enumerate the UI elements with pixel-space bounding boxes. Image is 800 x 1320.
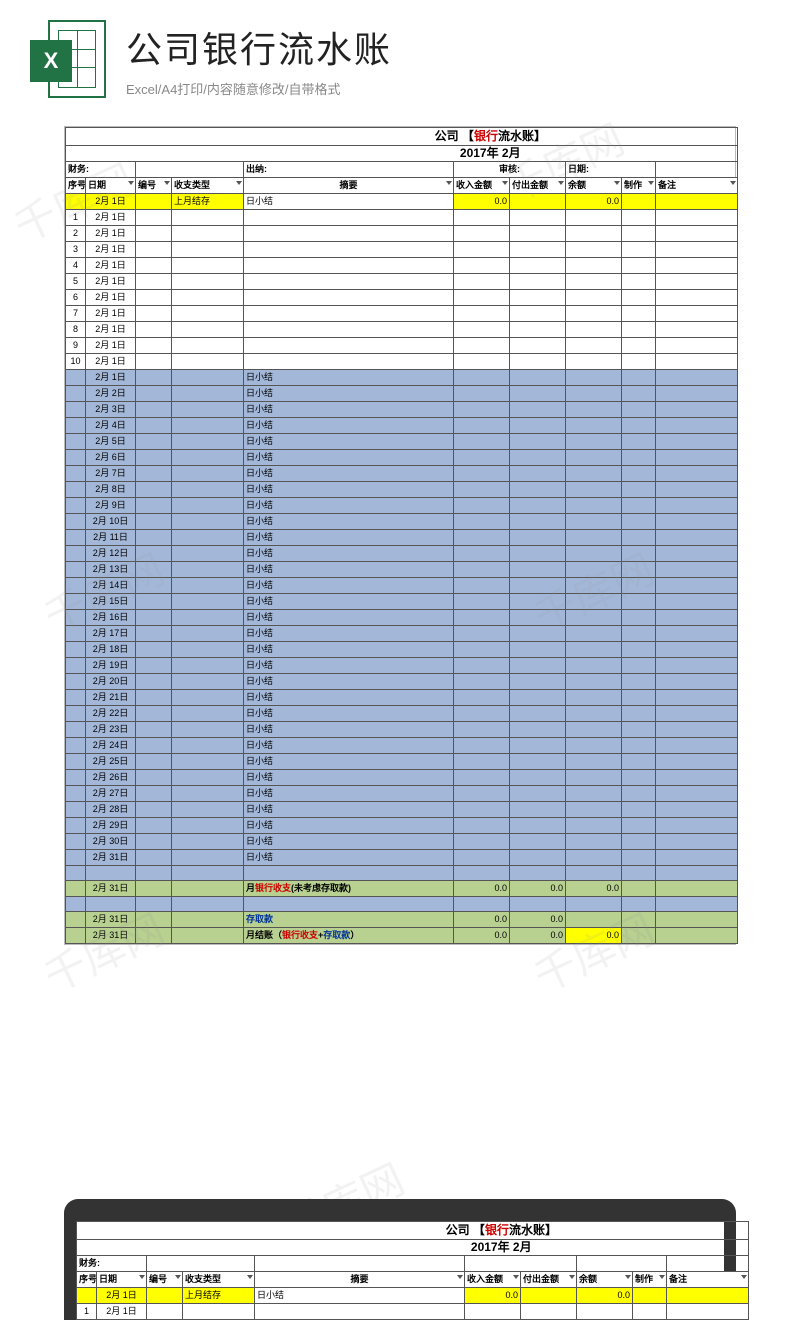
page-title: 公司银行流水账	[126, 21, 392, 73]
daily-summary-row: 2月 27日日小结	[66, 786, 738, 802]
daily-summary-row: 2月 7日日小结	[66, 466, 738, 482]
spacer-row	[66, 897, 738, 912]
col-maker[interactable]: 制作	[622, 178, 656, 194]
entry-row: 102月 1日	[66, 354, 738, 370]
title-row: 公司 【银行流水账】	[66, 128, 738, 146]
daily-summary-row: 2月 16日日小结	[66, 610, 738, 626]
entry-row: 92月 1日	[66, 338, 738, 354]
daily-summary-row: 2月 30日日小结	[66, 834, 738, 850]
daily-summary-row: 2月 17日日小结	[66, 626, 738, 642]
daily-summary-row: 2月 23日日小结	[66, 722, 738, 738]
entry-row: 32月 1日	[66, 242, 738, 258]
daily-summary-row: 2月 28日日小结	[66, 802, 738, 818]
entry-row: 42月 1日	[66, 258, 738, 274]
daily-summary-row: 2月 21日日小结	[66, 690, 738, 706]
col-seq[interactable]: 序号	[66, 178, 86, 194]
daily-summary-row: 2月 11日日小结	[66, 530, 738, 546]
col-type[interactable]: 收支类型	[172, 178, 244, 194]
daily-summary-row: 2月 1日日小结	[66, 370, 738, 386]
daily-summary-row: 2月 2日日小结	[66, 386, 738, 402]
entry-row: 52月 1日	[66, 274, 738, 290]
daily-summary-row: 2月 6日日小结	[66, 450, 738, 466]
daily-summary-row: 2月 9日日小结	[66, 498, 738, 514]
daily-summary-row: 2月 3日日小结	[66, 402, 738, 418]
summary-row-1: 2月 31日 月银行收支(未考虑存取款) 0.00.00.0	[66, 881, 738, 897]
excel-icon: X	[30, 20, 108, 98]
column-headers: 序号 日期 编号 收支类型 摘要 收入金额 付出金额 余额 制作 备注	[66, 178, 738, 194]
col-summary[interactable]: 摘要	[244, 178, 454, 194]
spacer-row	[66, 866, 738, 881]
col-date[interactable]: 日期	[86, 178, 136, 194]
daily-summary-row: 2月 18日日小结	[66, 642, 738, 658]
col-balance[interactable]: 余额	[566, 178, 622, 194]
date-row: 2017年 2月	[66, 146, 738, 162]
clipboard-preview: 公司 【银行流水账】 2017年 2月 财务: 序号 日期 编号 收支类型 摘要…	[0, 1199, 800, 1320]
daily-summary-row: 2月 4日日小结	[66, 418, 738, 434]
daily-summary-row: 2月 12日日小结	[66, 546, 738, 562]
daily-summary-row: 2月 13日日小结	[66, 562, 738, 578]
page-header: X 公司银行流水账 Excel/A4打印/内容随意修改/自带格式	[30, 20, 800, 98]
page-subtitle: Excel/A4打印/内容随意修改/自带格式	[126, 79, 392, 98]
col-code[interactable]: 编号	[136, 178, 172, 194]
daily-summary-row: 2月 31日日小结	[66, 850, 738, 866]
daily-summary-row: 2月 24日日小结	[66, 738, 738, 754]
entry-row: 12月 1日	[66, 210, 738, 226]
ledger-table: 公司 【银行流水账】 2017年 2月 财务: 出纳: 审核: 日期: 序号 日…	[65, 127, 738, 944]
col-expense[interactable]: 付出金额	[510, 178, 566, 194]
daily-summary-row: 2月 29日日小结	[66, 818, 738, 834]
opening-row: 2月 1日 上月结存 日小结 0.0 0.0	[66, 194, 738, 210]
daily-summary-row: 2月 26日日小结	[66, 770, 738, 786]
spreadsheet-preview: 公司 【银行流水账】 2017年 2月 财务: 出纳: 审核: 日期: 序号 日…	[64, 126, 736, 945]
summary-row-2: 2月 31日 存取款 0.00.0	[66, 912, 738, 928]
daily-summary-row: 2月 25日日小结	[66, 754, 738, 770]
daily-summary-row: 2月 15日日小结	[66, 594, 738, 610]
summary-row-3: 2月 31日 月结账（银行收支+存取款） 0.00.00.0	[66, 928, 738, 944]
daily-summary-row: 2月 10日日小结	[66, 514, 738, 530]
entry-row: 22月 1日	[66, 226, 738, 242]
entry-row: 62月 1日	[66, 290, 738, 306]
entry-row: 72月 1日	[66, 306, 738, 322]
daily-summary-row: 2月 8日日小结	[66, 482, 738, 498]
daily-summary-row: 2月 5日日小结	[66, 434, 738, 450]
daily-summary-row: 2月 20日日小结	[66, 674, 738, 690]
daily-summary-row: 2月 22日日小结	[66, 706, 738, 722]
daily-summary-row: 2月 19日日小结	[66, 658, 738, 674]
col-note[interactable]: 备注	[656, 178, 738, 194]
daily-summary-row: 2月 14日日小结	[66, 578, 738, 594]
role-row: 财务: 出纳: 审核: 日期:	[66, 162, 738, 178]
col-income[interactable]: 收入金额	[454, 178, 510, 194]
entry-row: 82月 1日	[66, 322, 738, 338]
